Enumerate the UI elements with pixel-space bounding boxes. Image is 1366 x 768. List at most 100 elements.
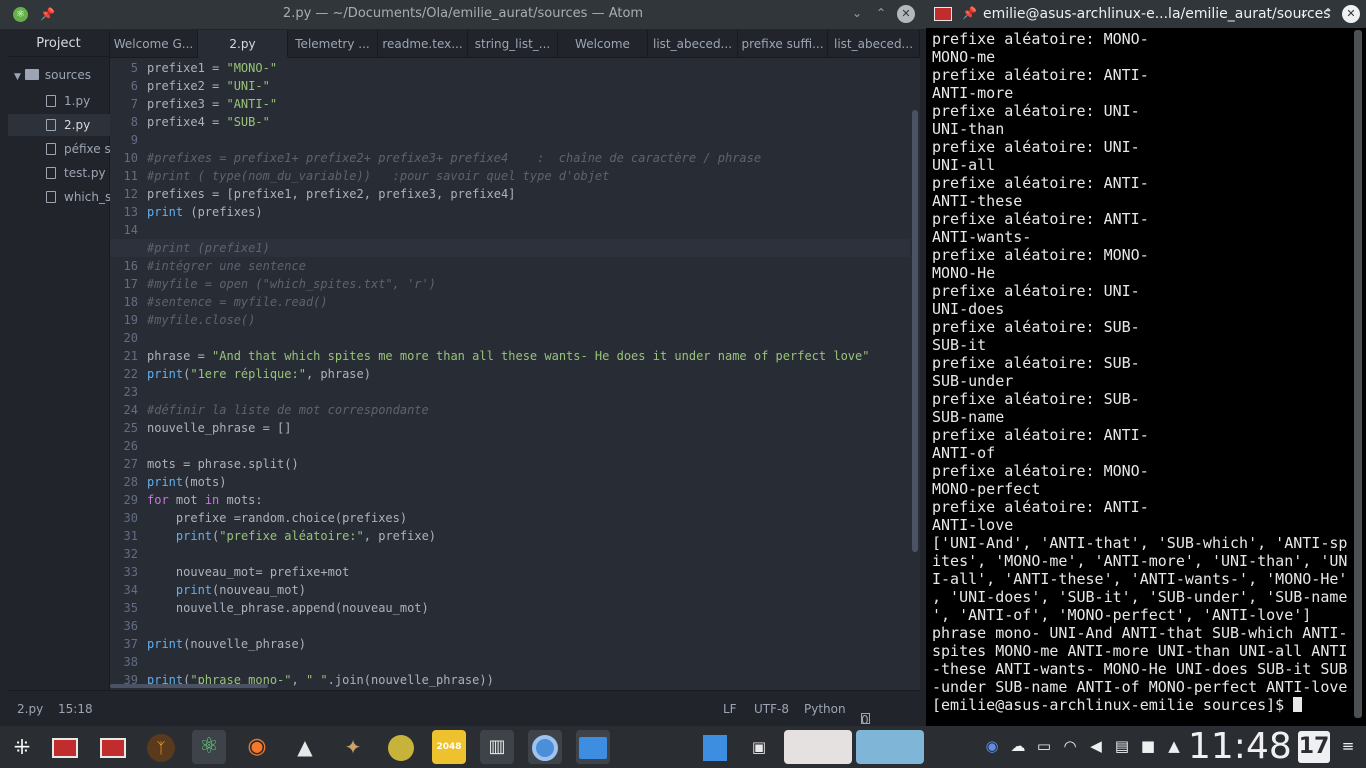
window-preview[interactable]	[856, 730, 924, 764]
vertical-scrollbar[interactable]	[912, 110, 918, 552]
terminal-line: ANTI-more	[932, 84, 1014, 102]
battery-icon[interactable]: ▭	[1034, 737, 1054, 755]
code-line[interactable]: nouvelle_phrase = []	[147, 419, 292, 437]
calendar-icon[interactable]: 17	[1298, 731, 1330, 763]
code-line[interactable]: #intégrer une sentence	[147, 257, 306, 275]
tree-file[interactable]: 1.py	[8, 90, 110, 112]
line-number: 29	[123, 493, 138, 507]
code-line[interactable]: #prefixes = prefixe1+ prefixe2+ prefixe3…	[147, 149, 761, 167]
tree-file[interactable]: péfixe s	[8, 138, 110, 160]
horizontal-scrollbar[interactable]	[110, 684, 268, 688]
code-line[interactable]: #définir la liste de mot correspondante	[147, 401, 429, 419]
terminal-titlebar[interactable]: 📌 emilie@asus-archlinux-e...la/emilie_au…	[926, 0, 1366, 28]
terminal-line: prefixe aléatoire: ANTI-	[932, 174, 1149, 192]
tab-welcome[interactable]: Welcome	[558, 30, 648, 58]
terminal-prompt[interactable]: [emilie@asus-archlinux-emilie sources]$	[932, 696, 1352, 714]
code-line[interactable]: #print (prefixe1)	[147, 239, 270, 257]
tab-readme[interactable]: readme.tex...	[378, 30, 468, 58]
clock[interactable]: 11:48	[1188, 726, 1292, 768]
terminal-line: SUB-it	[932, 336, 987, 354]
code-line[interactable]: #myfile.close()	[147, 311, 255, 329]
code-line[interactable]: mots = phrase.split()	[147, 455, 299, 473]
pdf-icon[interactable]: ▥	[480, 730, 514, 764]
maximize-icon[interactable]: ⌃	[873, 6, 889, 20]
terminal-line: prefixe aléatoire: ANTI-	[932, 66, 1149, 84]
pin-icon[interactable]: 📌	[962, 6, 977, 20]
tab-list-abeced-2[interactable]: list_abeced...	[828, 30, 920, 58]
window-thumb-icon[interactable]	[698, 730, 732, 764]
close-icon[interactable]: ✕	[897, 5, 915, 23]
tree-file[interactable]: test.py	[8, 162, 110, 184]
code-line[interactable]: prefixe2 = "UNI-"	[147, 77, 270, 95]
terminal-output[interactable]: prefixe aléatoire: MONO- MONO-me prefixe a…	[932, 30, 1352, 720]
maximize-icon[interactable]: ⌃	[1320, 6, 1336, 20]
code-line[interactable]: #myfile = open ("which_spites.txt", 'r')	[147, 275, 436, 293]
status-file[interactable]: 2.py	[17, 702, 43, 716]
code-line[interactable]: #print ( type(nom_du_variable)) :pour sa…	[147, 167, 609, 185]
tab-welcome-guide[interactable]: Welcome G...	[110, 30, 198, 58]
tab-2py[interactable]: 2.py	[198, 30, 288, 58]
code-line[interactable]: print(nouvelle_phrase)	[147, 635, 306, 653]
tray-expand-icon[interactable]: ▲	[1164, 737, 1184, 755]
minimize-icon[interactable]: ⌄	[849, 6, 865, 20]
status-cursor-position[interactable]: 15:18	[58, 702, 93, 716]
code-line[interactable]: prefixes = [prefixe1, prefixe2, prefixe3…	[147, 185, 515, 203]
project-tab[interactable]: Project	[8, 30, 109, 57]
window-preview[interactable]	[784, 730, 852, 764]
files-icon[interactable]	[576, 730, 610, 764]
code-line[interactable]: prefixe1 = "MONO-"	[147, 59, 277, 77]
terminal-line: ites', 'MONO-me', 'ANTI-more', 'UNI-than…	[932, 552, 1348, 570]
wifi-icon[interactable]: ◠	[1060, 737, 1080, 755]
minimize-icon[interactable]: ⌄	[1296, 6, 1312, 20]
lock-icon[interactable]: ■	[1138, 737, 1158, 755]
window-title: 2.py — ~/Documents/Ola/emilie_aurat/sour…	[282, 6, 644, 21]
volume-icon[interactable]: ◀	[1086, 737, 1106, 755]
code-editor[interactable]: 5678910111213141516171819202122232425262…	[110, 58, 920, 690]
tab-telemetry[interactable]: Telemetry ...	[288, 30, 378, 58]
tree-file[interactable]: which_s	[8, 186, 110, 208]
terminal-line: prefixe aléatoire: MONO-	[932, 462, 1149, 480]
menu-icon[interactable]: ≡	[1338, 737, 1358, 755]
code-line[interactable]: print("1ere réplique:", phrase)	[147, 365, 371, 383]
code-line[interactable]: prefixe4 = "SUB-"	[147, 113, 270, 131]
chromium-icon[interactable]	[528, 730, 562, 764]
inkscape-icon[interactable]: ▲	[288, 730, 322, 764]
file-label: 2.py	[64, 118, 91, 132]
code-line[interactable]: nouveau_mot= prefixe+mot	[147, 563, 349, 581]
terminal-icon[interactable]	[96, 730, 130, 764]
cloud-icon[interactable]: ☁	[1008, 737, 1028, 755]
atom-titlebar[interactable]: ⚛ 📌 2.py — ~/Documents/Ola/emilie_aurat/…	[0, 0, 926, 29]
terminal-scrollbar[interactable]	[1354, 30, 1362, 718]
blender-icon[interactable]: ᛉ	[144, 730, 178, 764]
launcher-icon[interactable]: ⁜	[5, 730, 39, 764]
terminal-icon[interactable]	[48, 730, 82, 764]
clipboard-icon[interactable]: ▤	[1112, 737, 1132, 755]
code-line[interactable]: #sentence = myfile.read()	[147, 293, 328, 311]
tab-list-abeced[interactable]: list_abeced...	[648, 30, 738, 58]
status-line-ending[interactable]: LF	[723, 702, 737, 716]
ball-icon[interactable]	[384, 730, 418, 764]
code-line[interactable]: phrase = "And that which spites me more …	[147, 347, 869, 365]
close-icon[interactable]: ✕	[1342, 5, 1360, 23]
2048-icon[interactable]: 2048	[432, 730, 466, 764]
tree-folder-sources[interactable]: ▼ sources	[8, 64, 110, 86]
gimp-icon[interactable]: ✦	[336, 730, 370, 764]
code-line[interactable]: for mot in mots:	[147, 491, 263, 509]
code-line[interactable]: prefixe =random.choice(prefixes)	[147, 509, 407, 527]
tab-string-list[interactable]: string_list_...	[468, 30, 558, 58]
status-encoding[interactable]: UTF-8	[754, 702, 789, 716]
atom-icon[interactable]: ⚛	[192, 730, 226, 764]
code-line[interactable]: print("prefixe aléatoire:", prefixe)	[147, 527, 436, 545]
code-line[interactable]: print(nouveau_mot)	[147, 581, 306, 599]
blender-icon[interactable]: ◉	[240, 730, 274, 764]
code-line[interactable]: print(mots)	[147, 473, 226, 491]
tree-file-selected[interactable]: 2.py	[8, 114, 110, 136]
status-grammar[interactable]: Python	[804, 702, 846, 716]
code-line[interactable]: nouvelle_phrase.append(nouveau_mot)	[147, 599, 429, 617]
code-line[interactable]: print (prefixes)	[147, 203, 263, 221]
code-line[interactable]: prefixe3 = "ANTI-"	[147, 95, 277, 113]
document-icon[interactable]: ▣	[742, 730, 776, 764]
tab-prefixe-suffixe[interactable]: prefixe suffi...	[738, 30, 828, 58]
folder-label: sources	[44, 68, 92, 82]
chromium-tray-icon[interactable]: ◉	[982, 737, 1002, 755]
